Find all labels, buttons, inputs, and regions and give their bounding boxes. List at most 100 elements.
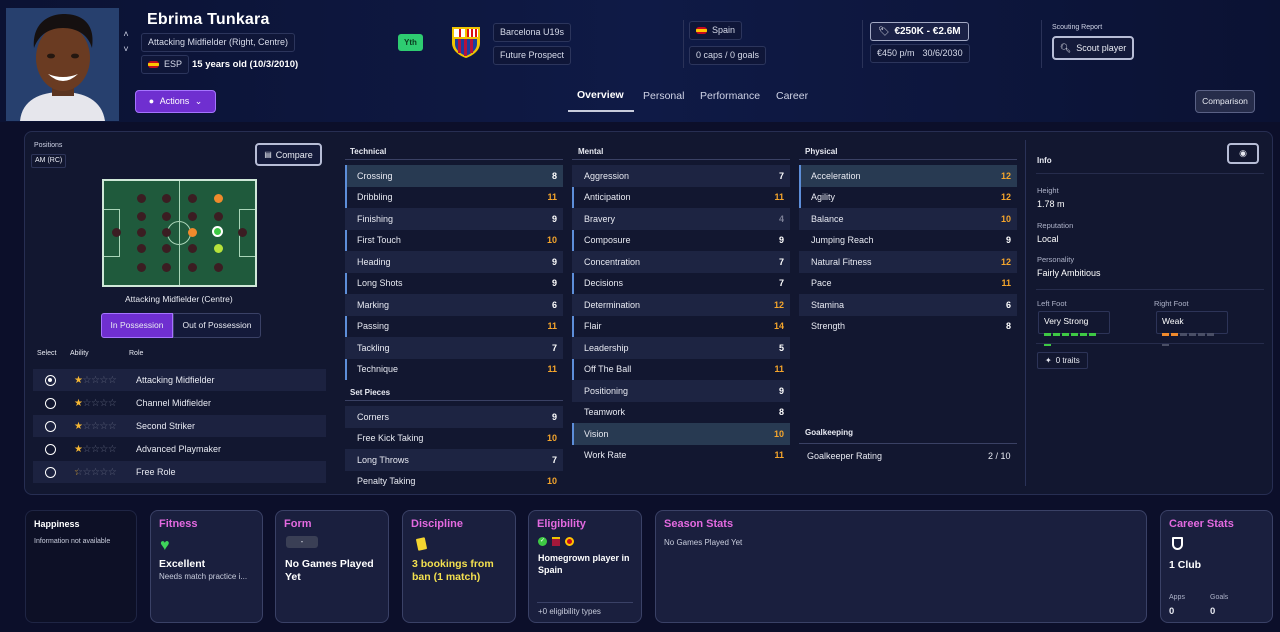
pitch-position-dot[interactable] xyxy=(188,263,197,272)
pitch-position-dot[interactable] xyxy=(162,228,171,237)
attribute-row[interactable]: Bravery 4 xyxy=(572,208,790,230)
attribute-row[interactable]: Positioning 9 xyxy=(572,380,790,402)
attribute-row[interactable]: Finishing 9 xyxy=(345,208,563,230)
attribute-row[interactable]: Determination 12 xyxy=(572,294,790,316)
prev-next-arrows[interactable]: ˄ ˅ xyxy=(121,30,131,54)
player-status: Future Prospect xyxy=(493,46,572,65)
tab-personal[interactable]: Personal xyxy=(643,90,684,102)
in-possession-toggle[interactable]: In Possession xyxy=(101,313,173,338)
out-of-possession-toggle[interactable]: Out of Possession xyxy=(173,313,261,338)
attribute-row[interactable]: Composure 9 xyxy=(572,229,790,251)
pitch-position-dot[interactable] xyxy=(137,263,146,272)
profile-icon[interactable]: ◉ xyxy=(1227,143,1259,164)
role-row[interactable]: ☆☆☆☆☆ Free Role xyxy=(33,461,326,483)
chevron-down-icon[interactable]: ˅ xyxy=(121,45,131,54)
discipline-card[interactable]: Discipline 3 bookings from ban (1 match) xyxy=(402,510,516,623)
pitch-position-dot[interactable] xyxy=(137,194,146,203)
form-card[interactable]: Form - No Games Played Yet xyxy=(275,510,389,623)
attribute-row[interactable]: Anticipation 11 xyxy=(572,186,790,208)
attribute-row[interactable]: Agility 12 xyxy=(799,186,1017,208)
attribute-row[interactable]: Work Rate 11 xyxy=(572,445,790,467)
pitch-position-dot[interactable] xyxy=(238,228,247,237)
role-row[interactable]: ★☆☆☆☆ Attacking Midfielder xyxy=(33,369,326,391)
compare-button[interactable]: ▤ Compare xyxy=(255,143,322,166)
pitch-position-dot[interactable] xyxy=(212,226,223,237)
attribute-row[interactable]: Free Kick Taking 10 xyxy=(345,428,563,450)
attribute-row[interactable]: Long Throws 7 xyxy=(345,449,563,471)
eligibility-footer[interactable]: +0 eligibility types xyxy=(538,607,601,616)
divider xyxy=(862,20,863,68)
role-radio[interactable] xyxy=(45,443,56,455)
pitch-position-dot[interactable] xyxy=(188,228,197,237)
club-crest-icon[interactable] xyxy=(450,25,482,61)
pitch-position-dot[interactable] xyxy=(162,244,171,253)
attribute-row[interactable]: Decisions 7 xyxy=(572,272,790,294)
value-pill[interactable]: 🏷 €250K - €2.6M xyxy=(870,22,969,41)
attribute-row[interactable]: Heading 9 xyxy=(345,251,563,273)
pitch-position-dot[interactable] xyxy=(137,228,146,237)
pitch-position-dot[interactable] xyxy=(188,244,197,253)
actions-button[interactable]: ● Actions ⌄ xyxy=(135,90,216,113)
tab-career[interactable]: Career xyxy=(776,90,808,102)
attribute-row[interactable]: Stamina 6 xyxy=(799,294,1017,316)
attribute-row[interactable]: Flair 14 xyxy=(572,315,790,337)
pitch-position-dot[interactable] xyxy=(137,212,146,221)
pitch-position-dot[interactable] xyxy=(137,244,146,253)
pitch-position-dot[interactable] xyxy=(214,244,223,253)
attribute-row[interactable]: Teamwork 8 xyxy=(572,402,790,424)
attribute-row[interactable]: Strength 8 xyxy=(799,316,1017,338)
tab-overview[interactable]: Overview xyxy=(577,89,624,101)
season-stats-card[interactable]: Season Stats No Games Played Yet xyxy=(655,510,1147,623)
attribute-row[interactable]: Penalty Taking 10 xyxy=(345,471,563,493)
attribute-name: Tackling xyxy=(357,342,390,353)
club-name[interactable]: Barcelona U19s xyxy=(493,23,572,42)
attribute-row[interactable]: Concentration 7 xyxy=(572,251,790,273)
role-radio[interactable] xyxy=(45,466,56,478)
pitch-position-dot[interactable] xyxy=(188,194,197,203)
attribute-row[interactable]: Marking 6 xyxy=(345,294,563,316)
attribute-row[interactable]: Dribbling 11 xyxy=(345,186,563,208)
role-name: Channel Midfielder xyxy=(136,398,212,408)
attribute-row[interactable]: First Touch 10 xyxy=(345,229,563,251)
pitch-position-dot[interactable] xyxy=(162,263,171,272)
traits-pill[interactable]: ✦ 0 traits xyxy=(1037,352,1088,369)
role-row[interactable]: ★☆☆☆☆ Advanced Playmaker xyxy=(33,438,326,460)
role-radio[interactable] xyxy=(45,397,56,409)
role-radio[interactable] xyxy=(45,420,56,432)
role-radio[interactable] xyxy=(45,374,56,386)
eligibility-card[interactable]: Eligibility ✓ Homegrown player in Spain … xyxy=(528,510,642,623)
role-row[interactable]: ★☆☆☆☆ Channel Midfielder xyxy=(33,392,326,414)
pitch-position-dot[interactable] xyxy=(214,194,223,203)
attribute-row[interactable]: Natural Fitness 12 xyxy=(799,251,1017,273)
attribute-row[interactable]: Jumping Reach 9 xyxy=(799,230,1017,252)
scout-player-button[interactable]: 🔍︎ Scout player xyxy=(1052,36,1134,60)
attribute-row[interactable]: Long Shots 9 xyxy=(345,272,563,294)
comparison-button[interactable]: Comparison xyxy=(1195,90,1255,113)
star-icon: ☆ xyxy=(99,374,108,386)
attribute-row[interactable]: Acceleration 12 xyxy=(799,165,1017,187)
pitch-position-dot[interactable] xyxy=(112,228,121,237)
fitness-card[interactable]: Fitness ♥ Excellent Needs match practice… xyxy=(150,510,263,623)
national-team-pill[interactable]: Spain xyxy=(689,21,743,40)
pitch-position-dot[interactable] xyxy=(188,212,197,221)
happiness-card[interactable]: Happiness Information not available xyxy=(25,510,137,623)
attribute-row[interactable]: Off The Ball 11 xyxy=(572,358,790,380)
attribute-row[interactable]: Vision 10 xyxy=(572,423,790,445)
role-row[interactable]: ★☆☆☆☆ Second Striker xyxy=(33,415,326,437)
pitch-position-dot[interactable] xyxy=(214,263,223,272)
attribute-row[interactable]: Tackling 7 xyxy=(345,337,563,359)
pitch-position-dot[interactable] xyxy=(162,194,171,203)
chevron-up-icon[interactable]: ˄ xyxy=(121,30,131,39)
pitch-position-dot[interactable] xyxy=(214,212,223,221)
attribute-row[interactable]: Pace 11 xyxy=(799,273,1017,295)
career-stats-card[interactable]: Career Stats 1 Club Apps 0 Goals 0 xyxy=(1160,510,1273,623)
attribute-row[interactable]: Corners 9 xyxy=(345,406,563,428)
pitch-position-dot[interactable] xyxy=(162,212,171,221)
attribute-row[interactable]: Leadership 5 xyxy=(572,337,790,359)
attribute-row[interactable]: Balance 10 xyxy=(799,208,1017,230)
tab-performance[interactable]: Performance xyxy=(700,90,760,102)
attribute-row[interactable]: Aggression 7 xyxy=(572,165,790,187)
attribute-row[interactable]: Passing 11 xyxy=(345,315,563,337)
attribute-row[interactable]: Technique 11 xyxy=(345,358,563,380)
attribute-row[interactable]: Crossing 8 xyxy=(345,165,563,187)
